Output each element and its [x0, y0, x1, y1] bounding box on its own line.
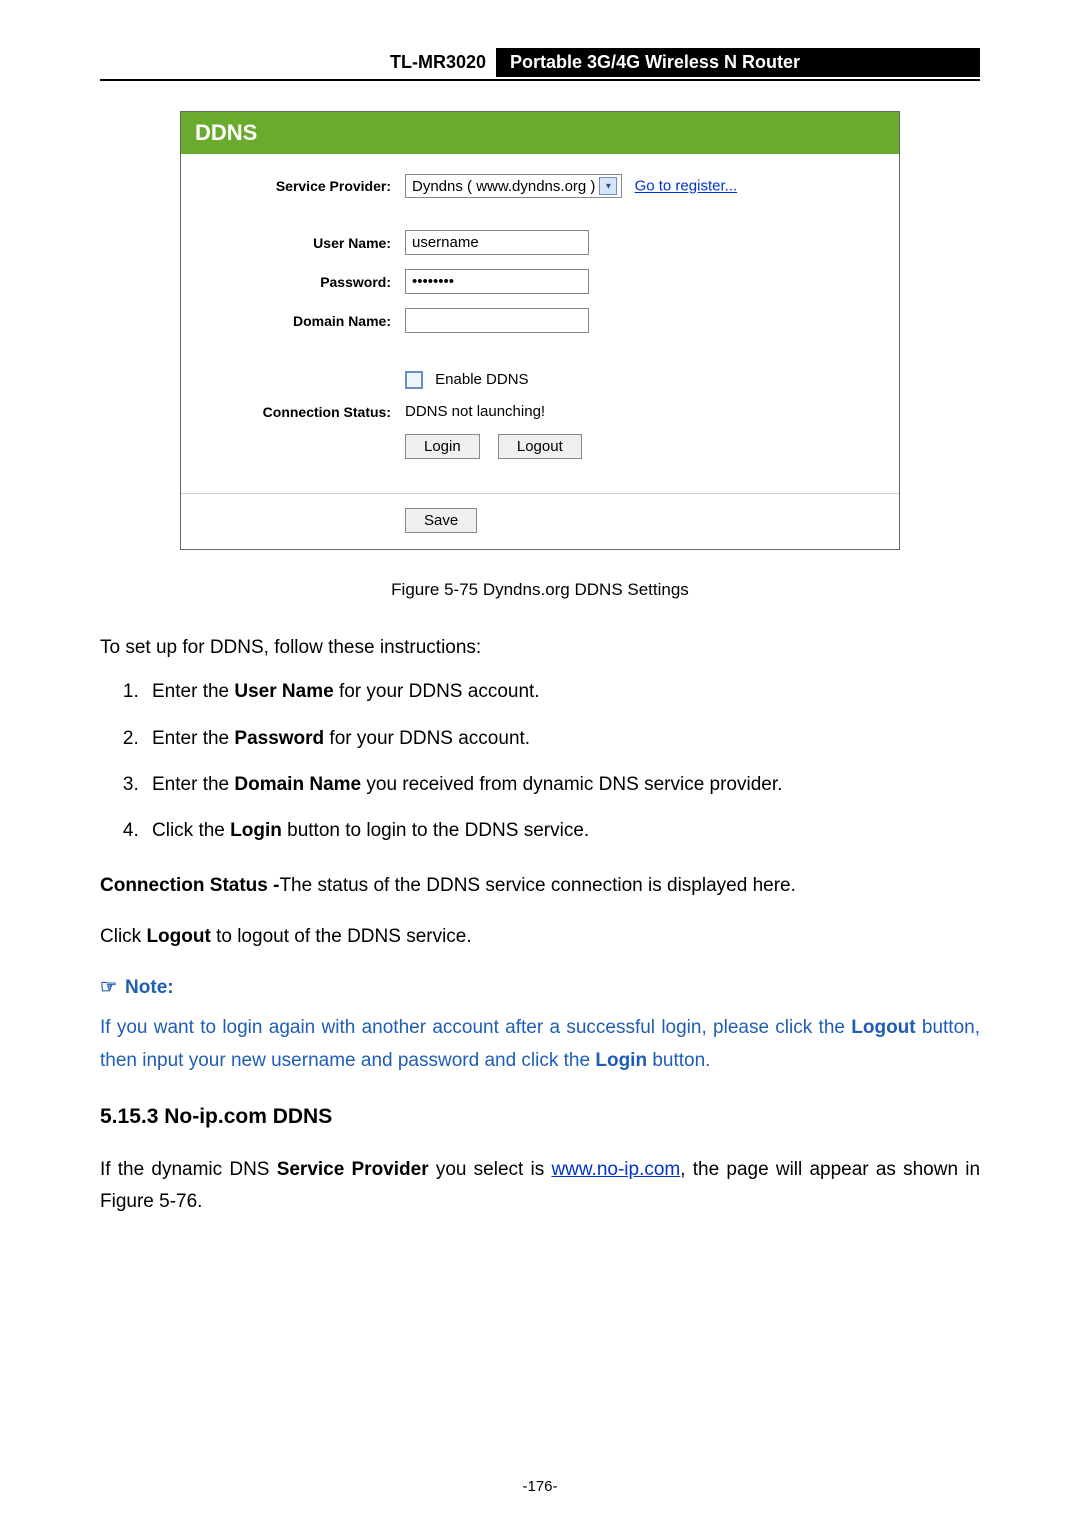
list-item: Enter the Domain Name you received from … [144, 769, 980, 801]
connection-status-paragraph: Connection Status -The status of the DDN… [100, 870, 980, 902]
figure-caption: Figure 5-75 Dyndns.org DDNS Settings [100, 580, 980, 600]
service-provider-label: Service Provider: [211, 178, 391, 194]
logout-paragraph: Click Logout to logout of the DDNS servi… [100, 921, 980, 953]
service-provider-value: Dyndns ( www.dyndns.org ) [412, 178, 595, 195]
note-heading: ☞Note: [100, 972, 980, 1004]
no-ip-link[interactable]: www.no-ip.com [551, 1159, 680, 1180]
logout-button[interactable]: Logout [498, 434, 582, 459]
model-label: TL-MR3020 [380, 48, 496, 77]
ddns-banner: DDNS [181, 112, 899, 154]
domain-name-label: Domain Name: [211, 313, 391, 329]
enable-ddns-checkbox[interactable] [405, 371, 423, 389]
product-title: Portable 3G/4G Wireless N Router [496, 48, 980, 77]
instructions-list: Enter the User Name for your DDNS accoun… [100, 676, 980, 847]
section-body: If the dynamic DNS Service Provider you … [100, 1154, 980, 1219]
username-input[interactable] [405, 230, 589, 255]
instructions-intro: To set up for DDNS, follow these instruc… [100, 632, 980, 664]
doc-header: TL-MR3020 Portable 3G/4G Wireless N Rout… [380, 48, 980, 77]
list-item: Enter the Password for your DDNS account… [144, 723, 980, 755]
pointing-hand-icon: ☞ [100, 977, 117, 998]
domain-name-input[interactable] [405, 308, 589, 333]
list-item: Enter the User Name for your DDNS accoun… [144, 676, 980, 708]
save-button[interactable]: Save [405, 508, 477, 533]
service-provider-select[interactable]: Dyndns ( www.dyndns.org ) ▾ [405, 174, 622, 198]
list-item: Click the Login button to login to the D… [144, 815, 980, 847]
note-body: If you want to login again with another … [100, 1012, 980, 1077]
connection-status-value: DDNS not launching! [405, 403, 545, 420]
login-button[interactable]: Login [405, 434, 480, 459]
page-number: -176- [100, 1478, 980, 1495]
password-label: Password: [211, 274, 391, 290]
ddns-settings-figure: DDNS Service Provider: Dyndns ( www.dynd… [180, 111, 900, 550]
connection-status-label: Connection Status: [211, 404, 391, 420]
section-heading: 5.15.3 No-ip.com DDNS [100, 1099, 980, 1135]
chevron-down-icon[interactable]: ▾ [599, 177, 617, 195]
password-input[interactable] [405, 269, 589, 294]
go-to-register-link[interactable]: Go to register... [635, 178, 738, 195]
enable-ddns-label: Enable DDNS [435, 371, 528, 388]
header-divider [100, 79, 980, 81]
username-label: User Name: [211, 235, 391, 251]
